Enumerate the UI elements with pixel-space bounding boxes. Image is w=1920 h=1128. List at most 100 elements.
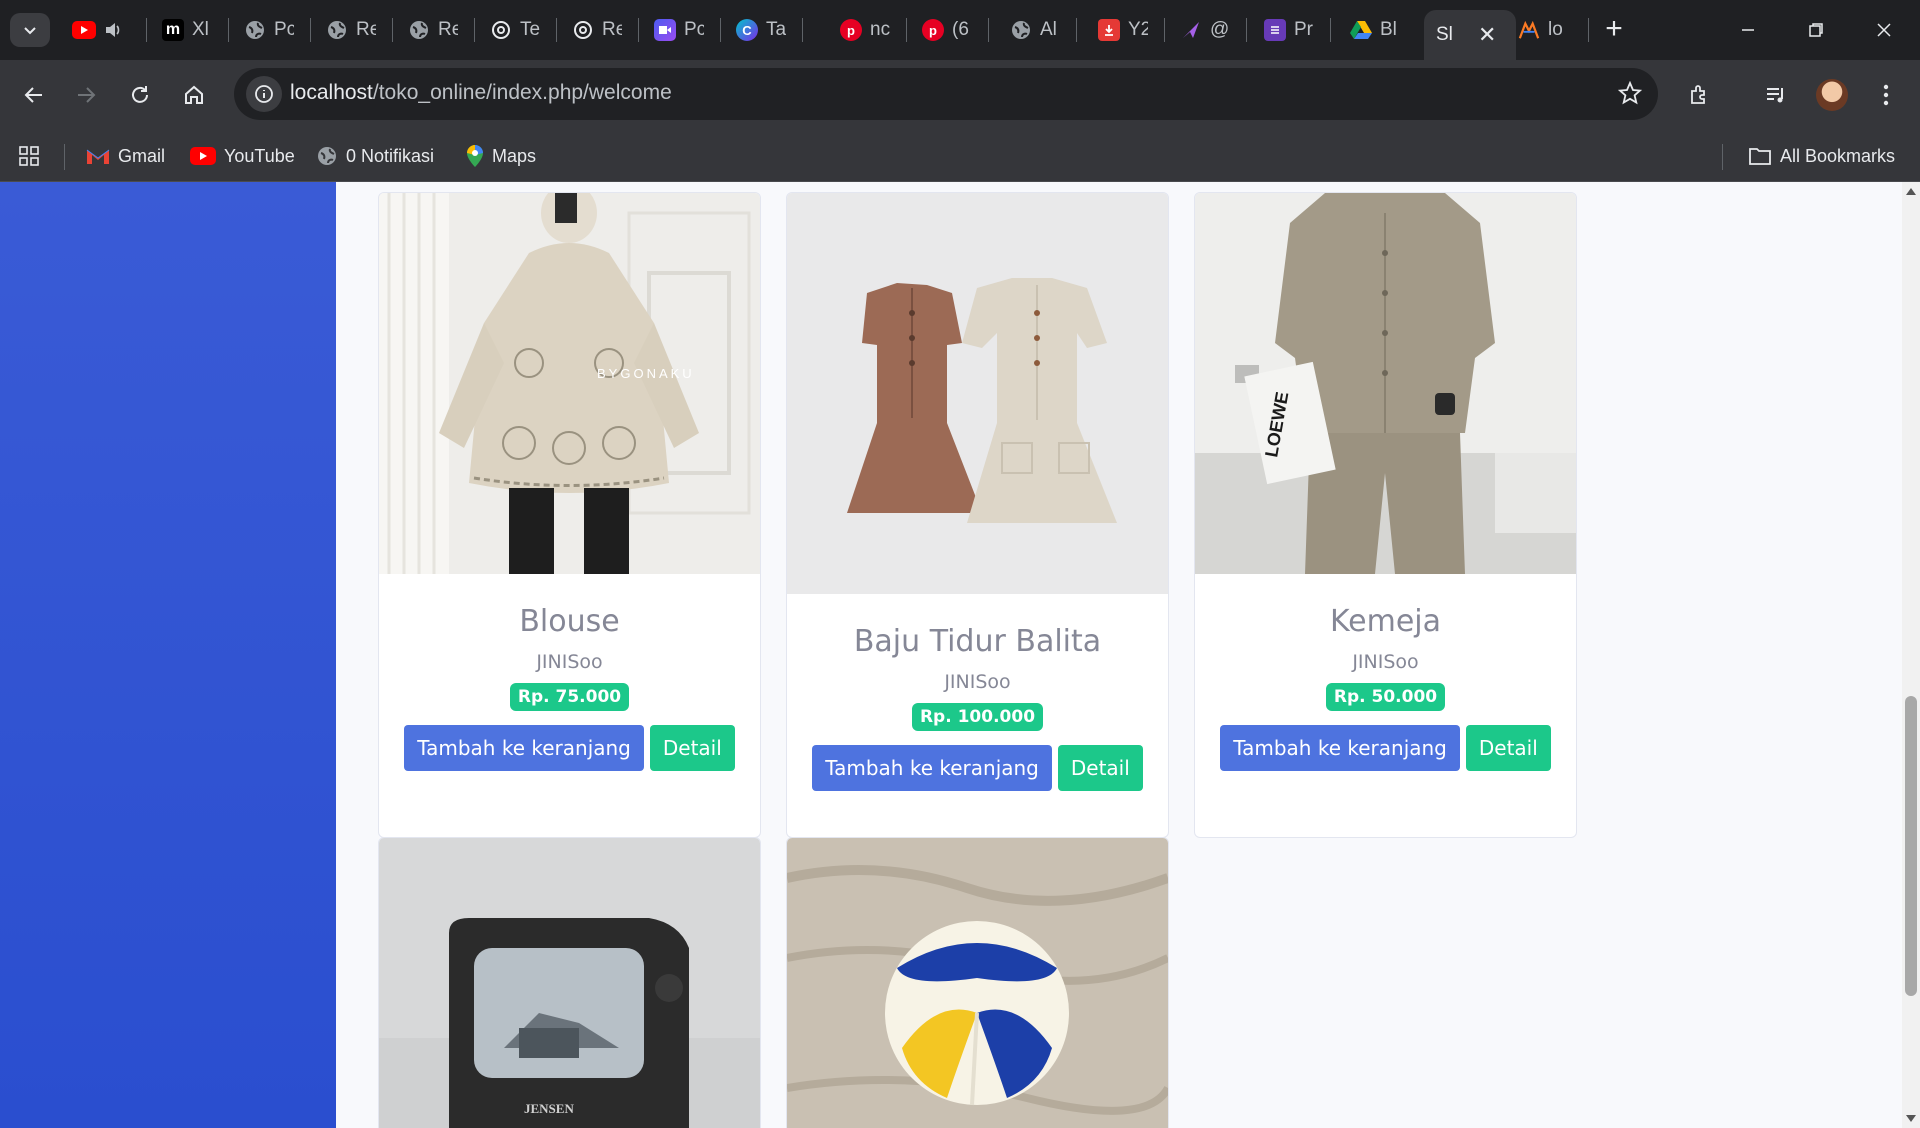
tab-drive[interactable]: Bl bbox=[1338, 10, 1414, 50]
address-bar[interactable]: localhost/toko_online/index.php/welcome bbox=[234, 68, 1658, 120]
bookmark-label: Gmail bbox=[118, 145, 166, 166]
profile-avatar[interactable] bbox=[1816, 79, 1848, 111]
tab-globe-2[interactable]: Re bbox=[314, 10, 390, 50]
tab-send[interactable]: @ bbox=[1168, 10, 1244, 50]
tab-label: Pc bbox=[684, 19, 704, 40]
home-icon bbox=[185, 85, 203, 104]
tv-photo: JENSEN bbox=[379, 838, 760, 1128]
tab-pinterest-2[interactable]: p (6 bbox=[910, 10, 986, 50]
product-card-body: Kemeja JINISoo Rp. 50.000 Tambah ke kera… bbox=[1195, 604, 1576, 771]
download-icon bbox=[1098, 19, 1120, 41]
tv-brand-text: JENSEN bbox=[524, 1101, 574, 1116]
globe-icon bbox=[1010, 19, 1032, 41]
detail-button[interactable]: Detail bbox=[1465, 725, 1551, 771]
tab-separator bbox=[310, 18, 311, 42]
tab-label: Pr bbox=[1294, 19, 1313, 40]
medium-icon: m bbox=[162, 19, 184, 41]
tab-label: Y2 bbox=[1128, 19, 1148, 40]
scrollbar-thumb[interactable] bbox=[1905, 696, 1917, 996]
restore-button[interactable] bbox=[1796, 12, 1836, 48]
video-icon bbox=[654, 19, 676, 41]
url-text[interactable]: localhost/toko_online/index.php/welcome bbox=[290, 81, 672, 105]
pinterest-icon: p bbox=[840, 19, 862, 41]
pinterest-icon: p bbox=[922, 19, 944, 41]
bookmarks-bar: Gmail YouTube 0 Notifikasi Maps All Book… bbox=[0, 130, 1920, 182]
bookmark-notifikasi[interactable]: 0 Notifikasi bbox=[316, 142, 434, 170]
bookmark-label: 0 Notifikasi bbox=[346, 145, 435, 166]
vertical-scrollbar[interactable] bbox=[1902, 182, 1920, 1128]
home-button[interactable] bbox=[174, 75, 214, 115]
scroll-down-arrow-icon[interactable] bbox=[1906, 1115, 1916, 1122]
tab-downloader[interactable]: Y2 bbox=[1086, 10, 1162, 50]
folder-icon bbox=[1749, 148, 1771, 165]
tab-strip: m Xl Pc Re Re Te Re Pc C Ta p nc p (6 Al… bbox=[0, 0, 1920, 60]
reload-button[interactable] bbox=[120, 75, 160, 115]
forward-button[interactable] bbox=[66, 75, 106, 115]
media-control-button[interactable] bbox=[1756, 75, 1796, 115]
add-to-cart-button[interactable]: Tambah ke keranjang bbox=[812, 745, 1052, 791]
tab-xampp[interactable]: lo bbox=[1506, 10, 1586, 50]
drive-icon bbox=[1350, 19, 1372, 41]
tab-openai-1[interactable]: Te bbox=[478, 10, 554, 50]
tab-openai-2[interactable]: Re bbox=[560, 10, 636, 50]
extensions-button[interactable] bbox=[1680, 75, 1720, 115]
add-to-cart-button[interactable]: Tambah ke keranjang bbox=[1220, 725, 1460, 771]
product-brand: JINISoo bbox=[536, 651, 603, 673]
tab-medium[interactable]: m Xl bbox=[150, 10, 226, 50]
product-brand: JINISoo bbox=[944, 671, 1011, 693]
back-button[interactable] bbox=[14, 75, 54, 115]
openai-icon bbox=[490, 19, 512, 41]
add-to-cart-button[interactable]: Tambah ke keranjang bbox=[404, 725, 644, 771]
all-bookmarks-label: All Bookmarks bbox=[1780, 145, 1896, 166]
tab-youtube[interactable] bbox=[60, 10, 140, 50]
tab-globe-4[interactable]: Al bbox=[998, 10, 1074, 50]
send-icon bbox=[1180, 19, 1202, 41]
tab-separator bbox=[1246, 18, 1247, 42]
bookmark-gmail[interactable]: Gmail bbox=[86, 142, 165, 170]
minimize-icon bbox=[1742, 29, 1754, 31]
bookmark-separator bbox=[64, 144, 65, 170]
bookmark-label: YouTube bbox=[224, 145, 295, 166]
tab-globe-3[interactable]: Re bbox=[396, 10, 472, 50]
tab-separator bbox=[1164, 18, 1165, 42]
restore-icon bbox=[1809, 23, 1823, 37]
tab-label: @ bbox=[1210, 19, 1230, 40]
apps-button[interactable] bbox=[18, 142, 40, 170]
tab-separator bbox=[988, 18, 989, 42]
bookmark-maps[interactable]: Maps bbox=[466, 142, 536, 170]
tab-pinterest-1[interactable]: p nc bbox=[828, 10, 904, 50]
blouse-photo: BYGONAKU bbox=[379, 193, 760, 574]
minimize-button[interactable] bbox=[1728, 12, 1768, 48]
tab-separator bbox=[1330, 18, 1331, 42]
tab-list[interactable]: Pr bbox=[1252, 10, 1328, 50]
reload-icon bbox=[132, 86, 148, 103]
tab-globe-1[interactable]: Pc bbox=[232, 10, 308, 50]
globe-icon bbox=[244, 19, 266, 41]
product-card: JENSEN bbox=[378, 837, 761, 1128]
bookmark-star-button[interactable] bbox=[1617, 80, 1643, 110]
star-icon bbox=[1617, 80, 1643, 105]
product-card-body: Baju Tidur Balita JINISoo Rp. 100.000 Ta… bbox=[787, 624, 1168, 791]
tab-video[interactable]: Pc bbox=[642, 10, 718, 50]
detail-button[interactable]: Detail bbox=[1057, 745, 1143, 791]
url-host: localhost bbox=[290, 81, 373, 104]
tab-search-button[interactable] bbox=[10, 13, 50, 47]
tab-separator bbox=[556, 18, 557, 42]
tab-active[interactable]: Sl ✕ bbox=[1424, 10, 1516, 60]
scroll-up-arrow-icon[interactable] bbox=[1906, 188, 1916, 195]
list-icon bbox=[1264, 19, 1286, 41]
tab-separator bbox=[1076, 18, 1077, 42]
new-tab-button[interactable]: + bbox=[1598, 14, 1630, 46]
close-tab-icon[interactable]: ✕ bbox=[1478, 22, 1496, 48]
youtube-icon bbox=[190, 147, 216, 165]
site-info-button[interactable] bbox=[246, 76, 282, 112]
tab-label: Pc bbox=[274, 19, 294, 40]
tab-canva[interactable]: C Ta bbox=[724, 10, 800, 50]
tab-separator bbox=[228, 18, 229, 42]
tab-label: Te bbox=[520, 19, 540, 40]
browser-menu-button[interactable] bbox=[1866, 75, 1906, 115]
close-window-button[interactable] bbox=[1864, 12, 1904, 48]
all-bookmarks-button[interactable]: All Bookmarks bbox=[1748, 142, 1895, 170]
bookmark-youtube[interactable]: YouTube bbox=[190, 142, 295, 170]
detail-button[interactable]: Detail bbox=[649, 725, 735, 771]
